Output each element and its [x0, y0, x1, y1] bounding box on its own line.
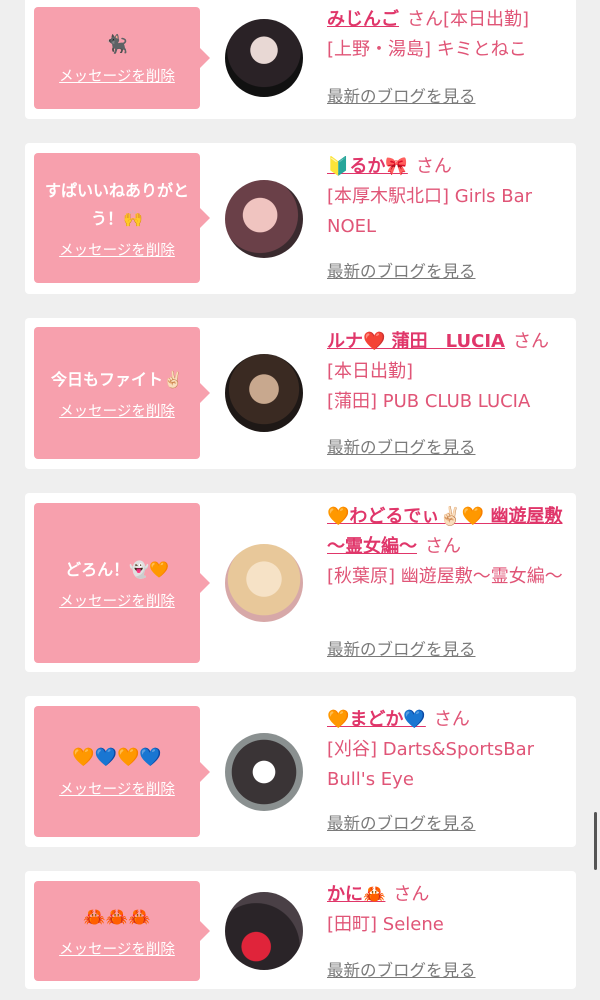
- honorific: さん: [512, 331, 549, 352]
- message-card: 今日もファイト✌🏻 メッセージを削除 ルナ❤️ 蒲田 LUCIA さん [本日出勤]…: [25, 318, 576, 469]
- avatar[interactable]: [225, 354, 303, 432]
- delete-message-link[interactable]: メッセージを削除: [59, 778, 175, 799]
- shop-name: [本厚木駅北口] Girls Bar NOEL: [327, 186, 532, 237]
- message-bubble: 🧡💙🧡💙 メッセージを削除: [34, 706, 210, 837]
- message-text: どろん！👻🧡: [65, 559, 169, 579]
- avatar[interactable]: [225, 544, 303, 622]
- shop-name: [蒲田] PUB CLUB LUCIA: [327, 391, 531, 412]
- delete-message-link[interactable]: メッセージを削除: [59, 938, 175, 959]
- honorific: さん: [425, 536, 461, 557]
- shop-name: [田町] Selene: [327, 914, 444, 935]
- delete-message-link[interactable]: メッセージを削除: [59, 400, 175, 421]
- honorific: さん: [407, 9, 443, 30]
- latest-blog-link[interactable]: 最新のブログを見る: [327, 810, 476, 834]
- status-text: [本日出勤]: [327, 361, 414, 382]
- message-bubble: 🦀🦀🦀 メッセージを削除: [34, 881, 210, 981]
- avatar[interactable]: [225, 19, 303, 97]
- avatar[interactable]: [225, 892, 303, 970]
- latest-blog-link[interactable]: 最新のブログを見る: [327, 636, 476, 660]
- scrollbar[interactable]: [594, 812, 597, 870]
- shop-name: [上野・湯島] キミとねこ: [327, 39, 527, 60]
- shop-name: [秋葉原] 幽遊屋敷〜霊女編〜: [327, 566, 563, 587]
- cast-name-link[interactable]: 🔰るか🎀: [327, 156, 408, 177]
- status-text: [本日出勤]: [443, 9, 530, 30]
- message-text: 今日もファイト✌🏻: [51, 369, 183, 389]
- message-bubble: 今日もファイト✌🏻 メッセージを削除: [34, 327, 210, 459]
- cast-name-link[interactable]: みじんご: [327, 9, 399, 30]
- latest-blog-link[interactable]: 最新のブログを見る: [327, 434, 476, 458]
- delete-message-link[interactable]: メッセージを削除: [59, 65, 175, 86]
- latest-blog-link[interactable]: 最新のブログを見る: [327, 83, 476, 107]
- cast-name-link[interactable]: ルナ❤️ 蒲田 LUCIA: [327, 331, 505, 352]
- cast-name-link[interactable]: 🧡まどか💙: [327, 709, 426, 730]
- cast-name-link[interactable]: かに🦀: [327, 884, 385, 905]
- honorific: さん: [433, 709, 470, 730]
- message-bubble: 🐈‍⬛ メッセージを削除: [34, 7, 210, 109]
- message-card: 🧡💙🧡💙 メッセージを削除 🧡まどか💙 さん [刈谷] Darts&SportsB…: [25, 696, 576, 847]
- message-card: すぱいいねありがとう！🙌 メッセージを削除 🔰るか🎀 さん [本厚木駅北口] Gi…: [25, 143, 576, 294]
- latest-blog-link[interactable]: 最新のブログを見る: [327, 957, 476, 981]
- honorific: さん: [415, 156, 452, 177]
- message-text: 🦀🦀🦀: [83, 906, 151, 928]
- honorific: さん: [393, 884, 430, 905]
- shop-name: [刈谷] Darts&SportsBar Bull's Eye: [327, 739, 535, 790]
- message-card: どろん！👻🧡 メッセージを削除 🧡わどるでぃ✌🏻🧡 幽遊屋敷 〜霊女編〜 さん […: [25, 493, 576, 672]
- message-card: 🦀🦀🦀 メッセージを削除 かに🦀 さん [田町] Selene 最新のブログを見る: [25, 871, 576, 989]
- message-text: すぱいいねありがとう！🙌: [44, 180, 189, 228]
- message-bubble: すぱいいねありがとう！🙌 メッセージを削除: [34, 153, 210, 283]
- message-text: 🧡💙🧡💙: [72, 747, 162, 768]
- delete-message-link[interactable]: メッセージを削除: [59, 590, 175, 611]
- avatar[interactable]: [225, 733, 303, 811]
- message-text: 🐈‍⬛: [105, 33, 129, 55]
- delete-message-link[interactable]: メッセージを削除: [59, 239, 175, 260]
- message-card: 🐈‍⬛ メッセージを削除 みじんご さん[本日出勤] [上野・湯島] キミとねこ …: [25, 0, 576, 119]
- message-bubble: どろん！👻🧡 メッセージを削除: [34, 503, 210, 663]
- avatar[interactable]: [225, 180, 303, 258]
- latest-blog-link[interactable]: 最新のブログを見る: [327, 258, 476, 282]
